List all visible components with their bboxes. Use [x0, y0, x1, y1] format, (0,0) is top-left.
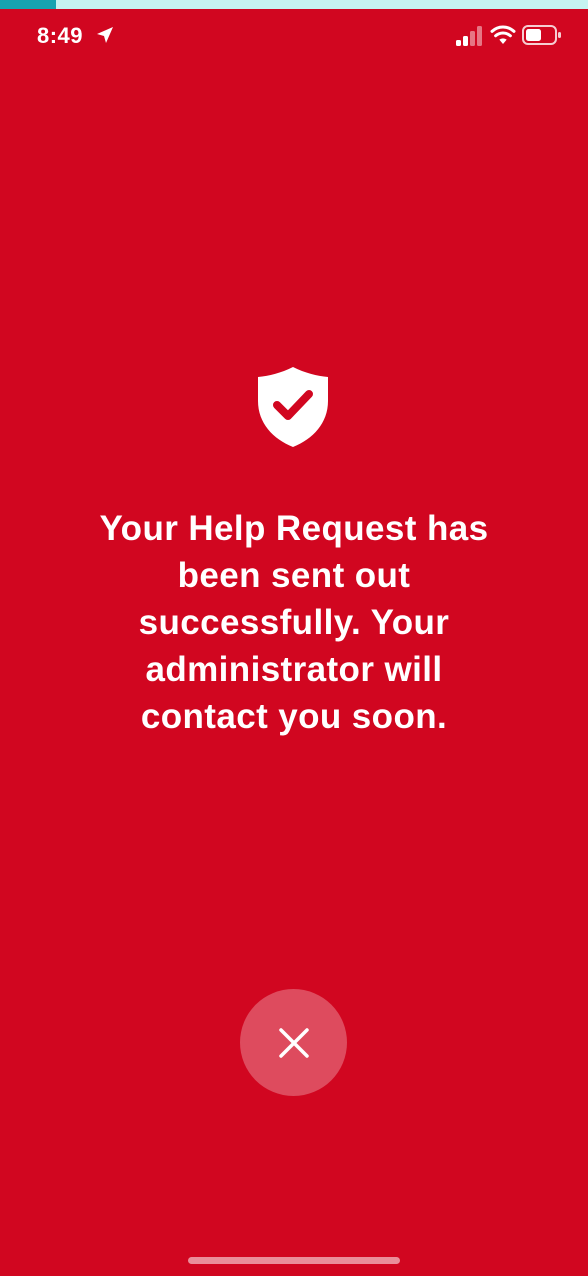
battery-icon: [522, 25, 561, 45]
location-arrow-icon: [97, 27, 113, 43]
close-button[interactable]: [240, 989, 347, 1096]
home-indicator[interactable]: [188, 1257, 400, 1264]
success-message: Your Help Request has been sent out succ…: [99, 509, 489, 736]
top-accent-indicator: [0, 0, 56, 9]
status-bar: 8:49: [0, 9, 588, 59]
close-icon[interactable]: [278, 1027, 310, 1059]
top-accent-bar: [0, 0, 588, 9]
wifi-icon: [490, 25, 516, 44]
shield-check-icon: [258, 367, 328, 447]
cellular-signal-icon: [456, 26, 482, 46]
status-time: 8:49: [37, 23, 84, 48]
